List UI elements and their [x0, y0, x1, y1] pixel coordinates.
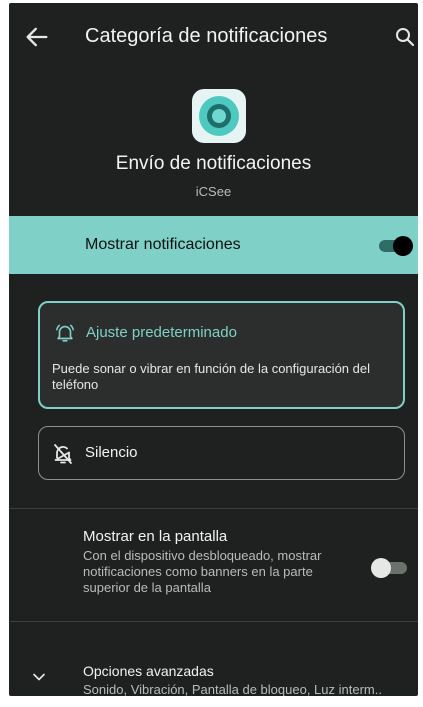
popup-toggle[interactable] — [371, 556, 411, 580]
advanced-title: Opciones avanzadas — [83, 663, 214, 679]
bell-ring-icon — [56, 324, 74, 342]
show-notifications-label: Mostrar notificaciones — [85, 236, 241, 253]
bell-off-icon — [54, 444, 72, 464]
channel-name: Envío de notificaciones — [115, 153, 312, 174]
advanced-subtitle: Sonido, Vibración, Pantalla de bloqueo, … — [83, 682, 382, 696]
back-button[interactable] — [23, 23, 51, 51]
top-app-bar: Categoría de notificaciones — [9, 3, 418, 67]
silent-behavior-option[interactable]: Silencio — [38, 426, 405, 480]
default-behavior-description: Puede sonar o vibrar en función de la co… — [52, 361, 370, 392]
show-notifications-row[interactable]: Mostrar notificaciones — [9, 216, 418, 274]
search-icon — [396, 28, 415, 47]
show-notifications-toggle[interactable] — [379, 234, 417, 258]
popup-subtitle: Con el dispositivo desbloqueado, mostrar… — [83, 548, 322, 595]
default-behavior-title: Ajuste predeterminado — [86, 324, 237, 341]
divider — [9, 621, 418, 622]
search-button[interactable] — [393, 25, 417, 49]
app-name: iCSee — [195, 184, 232, 199]
page-title: Categoría de notificaciones — [85, 25, 328, 47]
default-behavior-option[interactable]: Ajuste predeterminado Puede sonar o vibr… — [38, 301, 405, 409]
notification-category-screen: Categoría de notificaciones Envío de not… — [9, 3, 418, 696]
divider — [9, 508, 418, 509]
arrow-left-icon — [26, 27, 48, 47]
camera-lens-icon — [192, 89, 246, 143]
popup-title: Mostrar en la pantalla — [83, 528, 228, 545]
chevron-down-icon — [33, 673, 45, 681]
silent-behavior-title: Silencio — [85, 444, 138, 461]
